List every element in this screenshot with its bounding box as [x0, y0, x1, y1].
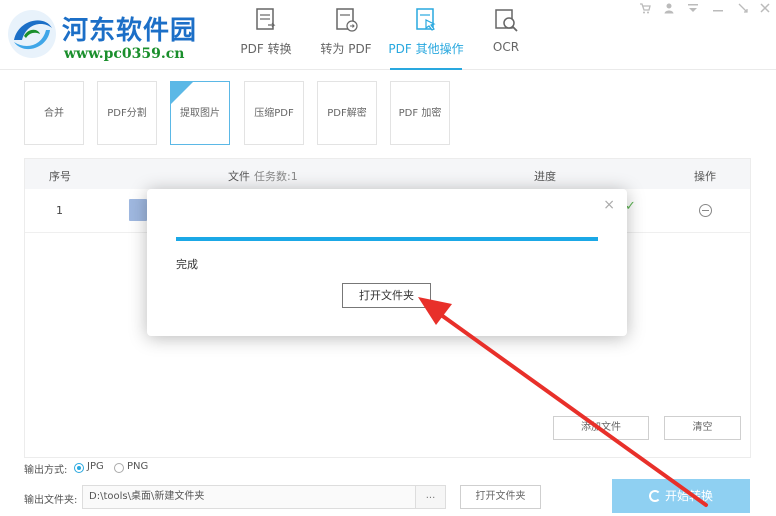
status-text: 完成 [176, 258, 198, 271]
open-folder-button[interactable]: 打开文件夹 [342, 283, 431, 308]
close-icon[interactable]: × [603, 197, 615, 213]
progress-dialog: × 完成 打开文件夹 [147, 189, 627, 336]
progress-bar [176, 237, 598, 241]
progress-fill [176, 237, 598, 241]
